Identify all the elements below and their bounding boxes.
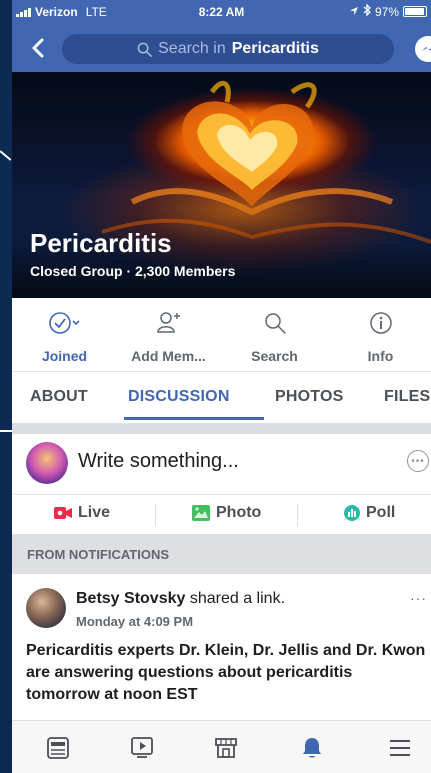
bottom-tab-bar <box>12 720 431 773</box>
avatar[interactable] <box>26 588 66 628</box>
notifications-bell-icon <box>303 738 321 758</box>
photo-button[interactable]: Photo <box>192 504 261 522</box>
add-members-button[interactable]: Add Mem... <box>116 308 221 364</box>
live-button[interactable]: Live <box>54 504 110 522</box>
tab-about[interactable]: ABOUT <box>30 388 88 406</box>
chevron-left-icon <box>32 38 44 58</box>
messenger-icon <box>422 47 431 51</box>
news-feed-icon <box>47 737 69 759</box>
notifications-tab[interactable] <box>298 735 326 761</box>
group-actions-row: Joined Add Mem... Search Info <box>12 298 431 372</box>
tab-discussion[interactable]: DISCUSSION <box>128 388 230 406</box>
watch-icon <box>131 737 153 758</box>
post-text: Pericarditis experts Dr. Klein, Dr. Jell… <box>26 642 426 703</box>
menu-icon <box>390 740 410 756</box>
live-video-icon <box>54 507 72 519</box>
post-action: shared a link. <box>189 590 286 607</box>
phone-screen: Verizon LTE 8:22 AM 97% Search in Perica… <box>12 0 431 773</box>
joined-button[interactable]: Joined <box>12 308 117 364</box>
more-options-icon[interactable]: ••• <box>407 450 429 472</box>
photo-icon <box>192 505 210 521</box>
top-navigation-bar: Verizon LTE 8:22 AM 97% Search in Perica… <box>12 0 431 72</box>
add-person-icon <box>156 312 180 333</box>
post-composer: Write something... ••• Live Photo Poll <box>12 434 431 534</box>
status-right: 97% <box>349 3 427 19</box>
group-cover-photo[interactable]: Pericarditis Closed Group · 2,300 Member… <box>12 72 431 298</box>
post-header: Betsy Stovsky shared a link. <box>76 590 285 608</box>
group-name: Pericarditis <box>30 228 172 258</box>
divider <box>155 504 156 526</box>
group-tabs: ABOUT DISCUSSION PHOTOS FILES <box>12 372 431 424</box>
search-prefix: Search in <box>158 40 226 57</box>
marketplace-icon <box>215 738 237 758</box>
post-author[interactable]: Betsy Stovsky <box>76 590 185 607</box>
search-group-name: Pericarditis <box>231 40 319 57</box>
messenger-button[interactable] <box>415 36 431 62</box>
poll-label: Poll <box>366 504 396 521</box>
joined-label: Joined <box>41 348 88 364</box>
active-tab-indicator <box>124 417 264 420</box>
battery-icon <box>403 6 427 17</box>
post-timestamp[interactable]: Monday at 4:09 PM <box>76 614 193 629</box>
photo-label: Photo <box>216 504 262 521</box>
tab-files[interactable]: FILES <box>384 388 430 406</box>
tab-photos[interactable]: PHOTOS <box>275 388 343 406</box>
check-circle-icon <box>48 312 80 334</box>
search-button[interactable]: Search <box>222 308 327 364</box>
divider <box>297 504 298 526</box>
divider <box>12 494 431 495</box>
back-button[interactable] <box>26 34 50 62</box>
nav-row: Search in Pericarditis <box>12 30 431 68</box>
info-icon <box>369 312 392 334</box>
battery-percent: 97% <box>374 4 399 19</box>
info-button[interactable]: Info <box>328 308 431 364</box>
poll-icon <box>344 505 360 521</box>
news-feed-tab[interactable] <box>44 735 72 761</box>
section-label: FROM NOTIFICATIONS <box>27 547 170 562</box>
menu-tab[interactable] <box>386 735 414 761</box>
search-label: Search <box>251 348 298 364</box>
feed-post: Betsy Stovsky shared a link. Monday at 4… <box>12 574 431 734</box>
info-label: Info <box>367 348 394 364</box>
group-meta: Closed Group · 2,300 Members <box>30 263 236 279</box>
write-something-input[interactable]: Write something... <box>78 450 239 473</box>
section-divider <box>12 424 431 434</box>
group-search-input[interactable]: Search in Pericarditis <box>62 34 394 64</box>
marketplace-tab[interactable] <box>212 735 240 761</box>
location-icon <box>349 5 359 19</box>
notifications-section-header: FROM NOTIFICATIONS <box>12 534 431 574</box>
page-frame <box>0 0 12 773</box>
status-bar: Verizon LTE 8:22 AM 97% <box>12 0 431 22</box>
avatar <box>26 442 68 484</box>
bluetooth-icon <box>363 3 371 19</box>
post-more-button[interactable]: ··· <box>410 590 427 606</box>
poll-button[interactable]: Poll <box>344 504 395 522</box>
search-icon <box>264 313 286 334</box>
live-label: Live <box>78 504 111 521</box>
add-members-label: Add Mem... <box>131 348 206 364</box>
search-icon <box>137 42 152 57</box>
watch-tab[interactable] <box>128 735 156 761</box>
